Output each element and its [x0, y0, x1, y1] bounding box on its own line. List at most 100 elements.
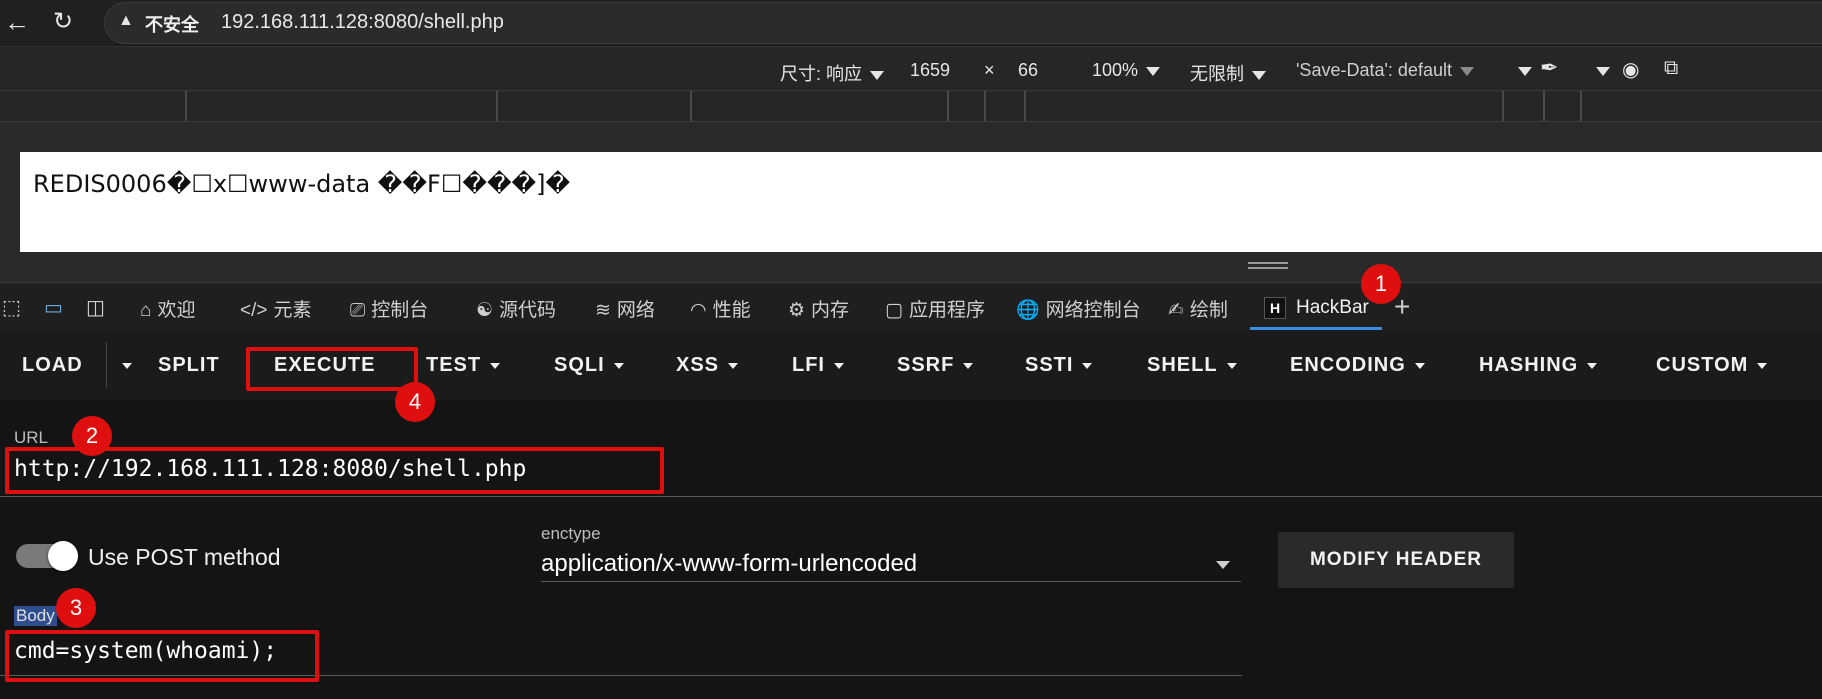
bug-icon: ☯	[476, 300, 494, 321]
tab-performance[interactable]: ◠ 性能	[690, 295, 751, 322]
tab-network[interactable]: ≋ 网络	[595, 295, 655, 322]
throttle-select[interactable]: 无限制	[1190, 60, 1266, 86]
reload-icon[interactable]: ↻	[53, 8, 81, 36]
enctype-select[interactable]: application/x-www-form-urlencoded	[541, 550, 917, 578]
xss-menu[interactable]: XSS	[676, 354, 739, 377]
tab-application[interactable]: ▢ 应用程序	[885, 295, 985, 322]
dimensions-select[interactable]: 尺寸: 响应	[780, 60, 885, 86]
more-options-dropdown[interactable]	[1510, 60, 1532, 81]
tab-label: 内存	[811, 300, 850, 321]
window-icon: ▢	[885, 300, 903, 321]
chevron-down-icon	[728, 362, 739, 369]
security-label[interactable]: 不安全	[145, 11, 199, 37]
annotation-box-execute	[246, 347, 418, 391]
enctype-label: enctype	[541, 524, 601, 543]
hackbar-logo-icon: H	[1264, 297, 1286, 319]
ssti-menu[interactable]: SSTI	[1025, 354, 1093, 377]
ruler-tick	[690, 91, 692, 121]
code-icon: </>	[240, 300, 268, 321]
chevron-down-icon[interactable]	[1216, 561, 1230, 569]
save-data-value: 'Save-Data': default	[1296, 60, 1452, 80]
eyedropper-icon[interactable]: ✒	[1540, 55, 1558, 81]
menu-label: LFI	[792, 354, 825, 376]
page-frame: REDIS0006�☐x☐www-data ��F☐���]�	[20, 152, 1822, 252]
chevron-down-icon	[1146, 66, 1161, 76]
url-label: URL	[14, 428, 49, 447]
tab-welcome[interactable]: ⌂ 欢迎	[140, 295, 196, 322]
brush-icon: ✍	[1168, 300, 1184, 321]
toggle-knob	[48, 541, 78, 571]
ssrf-menu[interactable]: SSRF	[897, 354, 974, 377]
annotation-badge-1: 1	[1361, 264, 1401, 304]
tab-sources[interactable]: ☯ 源代码	[476, 295, 556, 322]
address-url[interactable]: 192.168.111.128:8080/shell.php	[221, 11, 504, 34]
annotation-badge-2: 2	[72, 416, 112, 456]
menu-label: TEST	[426, 354, 482, 376]
load-button[interactable]: LOAD	[22, 354, 83, 377]
chip-icon: ⚙	[788, 300, 806, 321]
inspect-icon[interactable]: ⬚	[2, 295, 21, 320]
menu-label: ENCODING	[1290, 354, 1406, 376]
post-method-toggle[interactable]	[16, 541, 78, 571]
tab-rendering[interactable]: ✍ 绘制	[1168, 295, 1228, 322]
menu-label: SSRF	[897, 354, 955, 376]
rotate-icon[interactable]: ⧉	[1664, 57, 1678, 80]
devtools-tabbar: ⬚ ▭ ◫ ⌂ 欢迎 </> 元素 ⎚ 控制台 ☯ 源代码 ≋ 网络 ◠ 性能 ⚙ 内存 ▢ 应…	[0, 282, 1822, 331]
ruler-tick	[185, 91, 187, 121]
dock-icon[interactable]: ◫	[86, 295, 105, 320]
gauge-icon: ◠	[690, 300, 707, 321]
zoom-select[interactable]: 100%	[1092, 60, 1161, 81]
throttle-value: 无限制	[1190, 64, 1244, 84]
media-query-ruler	[0, 91, 1822, 122]
chevron-down-icon	[1414, 362, 1425, 369]
custom-menu[interactable]: CUSTOM	[1656, 354, 1768, 377]
options-dropdown[interactable]	[1588, 60, 1610, 81]
encoding-menu[interactable]: ENCODING	[1290, 354, 1425, 377]
tab-memory[interactable]: ⚙ 内存	[788, 295, 849, 322]
tab-label: 性能	[712, 300, 751, 321]
lfi-menu[interactable]: LFI	[792, 354, 844, 377]
chevron-down-icon	[1518, 66, 1532, 76]
chevron-down-icon	[834, 362, 844, 369]
back-arrow-icon[interactable]: ←	[4, 8, 32, 36]
chevron-down-icon	[1082, 362, 1093, 369]
tab-label: 网络控制台	[1045, 300, 1141, 321]
url-underline	[0, 496, 1822, 497]
width-input[interactable]: 1659	[910, 60, 950, 81]
globe-icon: 🌐	[1016, 300, 1040, 321]
chevron-down-icon	[1757, 362, 1768, 369]
dimensions-label: 尺寸: 响应	[780, 64, 863, 84]
menu-label: SHELL	[1147, 354, 1218, 376]
shell-menu[interactable]: SHELL	[1147, 354, 1237, 377]
sqli-menu[interactable]: SQLI	[554, 354, 624, 377]
modify-header-button[interactable]: MODIFY HEADER	[1278, 532, 1514, 588]
chevron-down-icon	[1226, 362, 1237, 369]
ruler-tick	[1024, 91, 1026, 121]
height-input[interactable]: 66	[1018, 60, 1038, 81]
split-button[interactable]: SPLIT	[158, 354, 220, 377]
tab-elements[interactable]: </> 元素	[240, 295, 312, 322]
tab-label: 控制台	[371, 300, 429, 321]
ruler-tick	[947, 91, 949, 121]
tab-network-console[interactable]: 🌐 网络控制台	[1016, 295, 1141, 322]
tab-label: 源代码	[499, 300, 557, 321]
eye-icon[interactable]: ◉	[1622, 57, 1639, 82]
resize-handle[interactable]	[1248, 262, 1288, 272]
menu-label: HASHING	[1479, 354, 1579, 376]
responsive-toolbar: 尺寸: 响应 1659 × 66 100% 无限制 'Save-Data': d…	[0, 46, 1822, 91]
load-dropdown[interactable]	[113, 354, 132, 377]
console-icon: ⎚	[350, 300, 366, 321]
tab-label: 应用程序	[908, 300, 985, 321]
hashing-menu[interactable]: HASHING	[1479, 354, 1598, 377]
tab-console[interactable]: ⎚ 控制台	[350, 295, 428, 322]
ruler-tick	[1502, 91, 1504, 121]
tab-label: 网络	[616, 300, 655, 321]
test-menu[interactable]: TEST	[426, 354, 501, 377]
annotation-badge-4: 4	[395, 382, 435, 422]
device-toggle-icon[interactable]: ▭	[44, 295, 63, 320]
body-label: Body	[14, 606, 57, 626]
annotation-badge-3: 3	[56, 588, 96, 628]
save-data-select[interactable]: 'Save-Data': default	[1296, 60, 1474, 81]
ruler-tick	[1580, 91, 1582, 121]
menu-label: SSTI	[1025, 354, 1074, 376]
